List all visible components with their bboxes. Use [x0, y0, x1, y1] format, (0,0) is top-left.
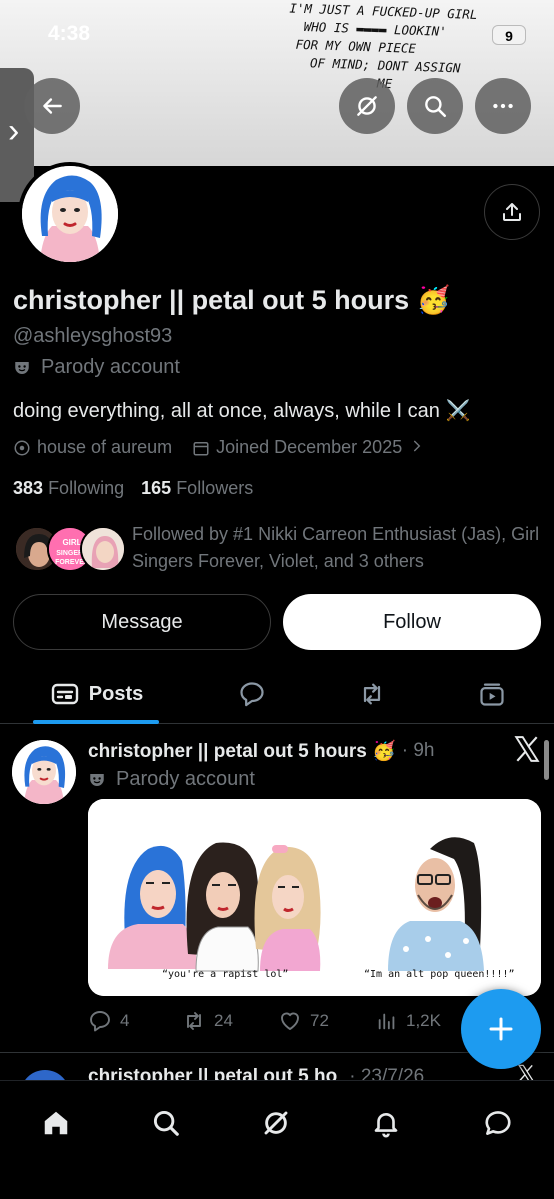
profile-bio: doing everything, all at once, always, w…: [13, 400, 471, 422]
tab-replies[interactable]: [230, 664, 274, 724]
views-icon: [378, 1013, 395, 1030]
search-icon: [153, 1110, 179, 1136]
grok-icon: [357, 96, 377, 116]
share-profile-button[interactable]: [484, 184, 540, 240]
svg-text:GIRL: GIRL: [62, 538, 81, 547]
followed-by-avatars[interactable]: GIRL SINGERS FOREVER: [14, 526, 126, 574]
tab-reposts[interactable]: [350, 664, 394, 724]
message-button[interactable]: Message: [13, 594, 271, 650]
profile-display-name: christopher || petal out 5 hours 🥳: [13, 285, 451, 315]
nav-notifications[interactable]: [366, 1103, 406, 1143]
home-icon: [44, 1111, 68, 1135]
following-count: 383: [13, 478, 44, 498]
nav-search[interactable]: [146, 1103, 186, 1143]
battery-indicator: 9: [492, 25, 526, 45]
active-tab-indicator: [33, 720, 159, 724]
repost-count: 24: [214, 1011, 233, 1030]
avatar: [80, 526, 126, 572]
avatar-illustration: [22, 166, 118, 262]
post-timestamp[interactable]: · 9h: [402, 740, 435, 762]
bell-icon: [374, 1113, 398, 1138]
chevron-right-icon[interactable]: [410, 437, 424, 458]
profile-handle: @ashleysghost93: [13, 325, 173, 347]
post-header: christopher || petal out 5 hours 🥳 · 9h: [88, 739, 434, 763]
plus-icon: [489, 1017, 513, 1041]
more-icon: [493, 103, 513, 109]
grok-button[interactable]: [339, 78, 395, 134]
tab-posts-label: Posts: [88, 682, 144, 705]
profile-avatar[interactable]: [18, 162, 122, 266]
views-action[interactable]: 1,2K: [376, 1006, 441, 1036]
profile-tabs: Posts: [0, 664, 554, 724]
like-action[interactable]: 72: [278, 1006, 329, 1036]
theater-mask-icon: [15, 361, 29, 374]
chevron-right-icon: ›: [8, 112, 20, 150]
location-icon: [13, 439, 31, 457]
avatar-illustration: [12, 740, 76, 804]
compose-post-button[interactable]: [461, 989, 541, 1069]
post-author-name[interactable]: christopher || petal out 5 hours 🥳: [88, 739, 396, 763]
reply-count: 4: [120, 1011, 130, 1030]
posts-icon: [51, 683, 78, 705]
post-parody-label: Parody account: [116, 768, 255, 790]
tab-media[interactable]: [470, 664, 514, 724]
parody-label: Parody account: [41, 356, 180, 378]
status-time: 4:38: [48, 22, 91, 45]
following-link[interactable]: 383 Following: [13, 478, 124, 498]
nav-home[interactable]: [36, 1103, 76, 1143]
parody-badge[interactable]: Parody account: [13, 356, 180, 379]
profile-joined: Joined December 2025: [216, 437, 403, 457]
like-count: 72: [310, 1011, 329, 1030]
followers-count: 165: [141, 478, 172, 498]
tab-posts[interactable]: Posts: [34, 664, 160, 724]
post-author-avatar[interactable]: [12, 740, 76, 804]
calendar-icon: [192, 439, 210, 457]
scrollbar[interactable]: [544, 740, 549, 780]
repost-action[interactable]: 24: [182, 1006, 233, 1036]
profile-meta: house of aureum Joined December 2025: [13, 437, 424, 458]
meme-illustration: [88, 799, 541, 996]
post-image[interactable]: “you're a rapist lol” “Im an alt pop que…: [88, 799, 541, 996]
repost-icon: [363, 683, 381, 705]
nav-grok[interactable]: [256, 1103, 296, 1143]
search-button[interactable]: [407, 78, 463, 134]
repost-icon: [187, 1012, 201, 1030]
like-icon: [281, 1012, 299, 1030]
x-logo-icon[interactable]: [514, 735, 540, 763]
reply-action[interactable]: 4: [88, 1006, 129, 1036]
followers-label: Followers: [176, 478, 254, 498]
search-icon: [425, 96, 447, 118]
followers-link[interactable]: 165 Followers: [141, 478, 253, 498]
bottom-navigation: [0, 1080, 554, 1199]
view-count: 1,2K: [406, 1011, 441, 1030]
post-parody-badge: Parody account: [88, 768, 255, 791]
media-icon: [480, 683, 504, 706]
grok-icon: [264, 1111, 288, 1135]
reply-icon: [240, 682, 264, 707]
back-arrow-icon: [43, 98, 62, 114]
theater-mask-icon: [90, 773, 104, 786]
meme-caption-left: “you're a rapist lol”: [162, 969, 289, 980]
messages-icon: [485, 1111, 511, 1135]
profile-location: house of aureum: [37, 437, 173, 457]
follow-counts: 383 Following 165 Followers: [13, 478, 253, 499]
nav-messages[interactable]: [478, 1103, 518, 1143]
meme-caption-right: “Im an alt pop queen!!!!”: [364, 969, 515, 980]
following-label: Following: [48, 478, 125, 498]
follow-button[interactable]: Follow: [283, 594, 541, 650]
more-options-button[interactable]: [475, 78, 531, 134]
followed-by-text[interactable]: Followed by #1 Nikki Carreon Enthusiast …: [132, 521, 544, 575]
reply-icon: [90, 1011, 110, 1032]
share-icon: [503, 203, 521, 221]
back-button[interactable]: [24, 78, 80, 134]
